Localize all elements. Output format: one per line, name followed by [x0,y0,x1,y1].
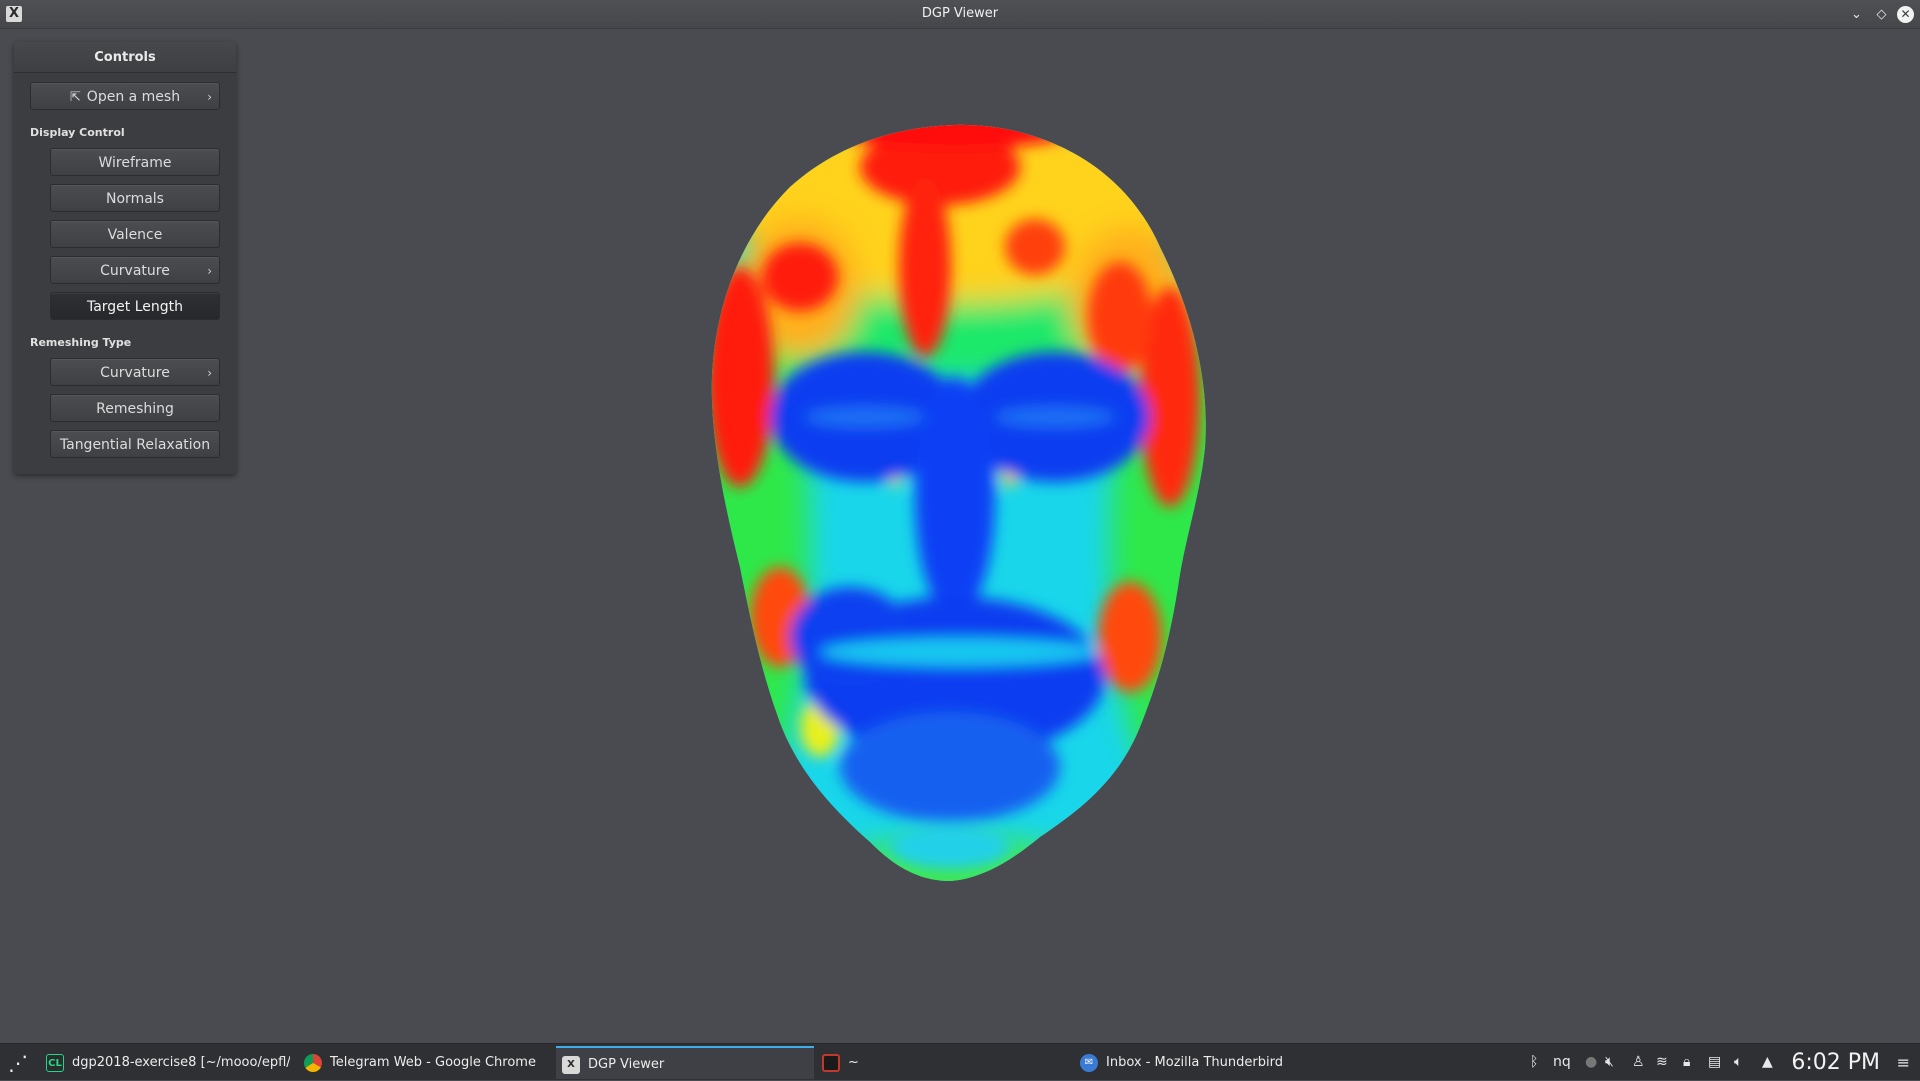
open-mesh-label: Open a mesh [86,89,181,105]
wifi-icon[interactable]: ≋ [1656,1044,1668,1081]
window-title: DGP Viewer [921,6,999,21]
app-launcher-icon[interactable]: ⋰ [4,1049,32,1077]
remeshing-button[interactable]: Remeshing [50,394,220,422]
task-label: Telegram Web - Google Chrome [330,1055,536,1070]
window-titlebar[interactable]: X DGP Viewer ⌄ ◇ ✕ [0,0,1920,29]
task-label: Inbox - Mozilla Thunderbird [1106,1055,1283,1070]
curvature-display-label: Curvature [100,263,170,279]
open-mesh-button[interactable]: ⇱ Open a mesh › [30,82,220,110]
target-length-button[interactable]: Target Length [50,292,220,320]
taskbar: ⋰ CL dgp2018-exercise8 [~/mooo/epfl/... … [0,1043,1920,1080]
thunderbird-icon: ✉ [1080,1054,1098,1072]
location-icon[interactable]: ● [1585,1044,1597,1081]
normals-button[interactable]: Normals [50,184,220,212]
remeshing-type-label: Remeshing Type [30,336,132,349]
hamburger-menu-icon[interactable]: ≡ [1897,1044,1910,1081]
clion-icon: CL [46,1054,64,1072]
task-label: ~ [848,1055,859,1070]
task-chrome[interactable]: Telegram Web - Google Chrome [298,1046,548,1079]
task-clion[interactable]: CL dgp2018-exercise8 [~/mooo/epfl/... [40,1046,290,1079]
curvature-remesh-label: Curvature [100,365,170,381]
bluetooth-icon[interactable]: ᛒ [1530,1044,1538,1081]
lock-icon[interactable]: 🔒︎ [1683,1044,1690,1081]
wireframe-button[interactable]: Wireframe [50,148,220,176]
clipboard-icon[interactable]: ▤ [1708,1044,1721,1081]
valence-button[interactable]: Valence [50,220,220,248]
task-thunderbird[interactable]: ✉ Inbox - Mozilla Thunderbird [1074,1046,1334,1079]
display-control-label: Display Control [30,126,125,139]
curvature-display-button[interactable]: Curvature › [50,256,220,284]
chevron-right-icon: › [207,366,212,380]
user-icon[interactable]: ♙ [1632,1044,1645,1081]
controls-panel-header[interactable]: Controls [14,42,236,73]
close-icon[interactable]: ✕ [1897,6,1914,23]
task-dgp-viewer[interactable]: X DGP Viewer [556,1046,814,1079]
clock[interactable]: 6:02 PM [1791,1044,1880,1081]
volume-icon[interactable]: 🔈︎ [1734,1044,1742,1081]
face-mesh-render[interactable] [700,117,1220,897]
terminal-icon [822,1054,840,1072]
minimize-icon[interactable]: ⌄ [1848,6,1865,23]
chevron-right-icon: › [207,264,212,278]
keyboard-layout-indicator[interactable]: nq [1553,1044,1571,1081]
chrome-icon [304,1054,322,1072]
mic-muted-icon[interactable]: 🔇︎ [1605,1044,1614,1081]
x-app-icon: X [562,1056,580,1074]
task-label: dgp2018-exercise8 [~/mooo/epfl/... [72,1055,290,1070]
task-label: DGP Viewer [588,1057,665,1072]
chevron-right-icon: › [207,90,212,104]
tangential-relaxation-button[interactable]: Tangential Relaxation [50,430,220,458]
task-terminal[interactable]: ~ [816,1046,1072,1079]
3d-viewport[interactable] [0,29,1920,1043]
restore-icon[interactable]: ◇ [1873,6,1890,23]
tray-expand-icon[interactable]: ▲ [1762,1044,1773,1081]
controls-panel: Controls ⇱ Open a mesh › Display Control … [14,42,236,474]
curvature-remesh-button[interactable]: Curvature › [50,358,220,386]
external-link-icon: ⇱ [69,90,81,105]
